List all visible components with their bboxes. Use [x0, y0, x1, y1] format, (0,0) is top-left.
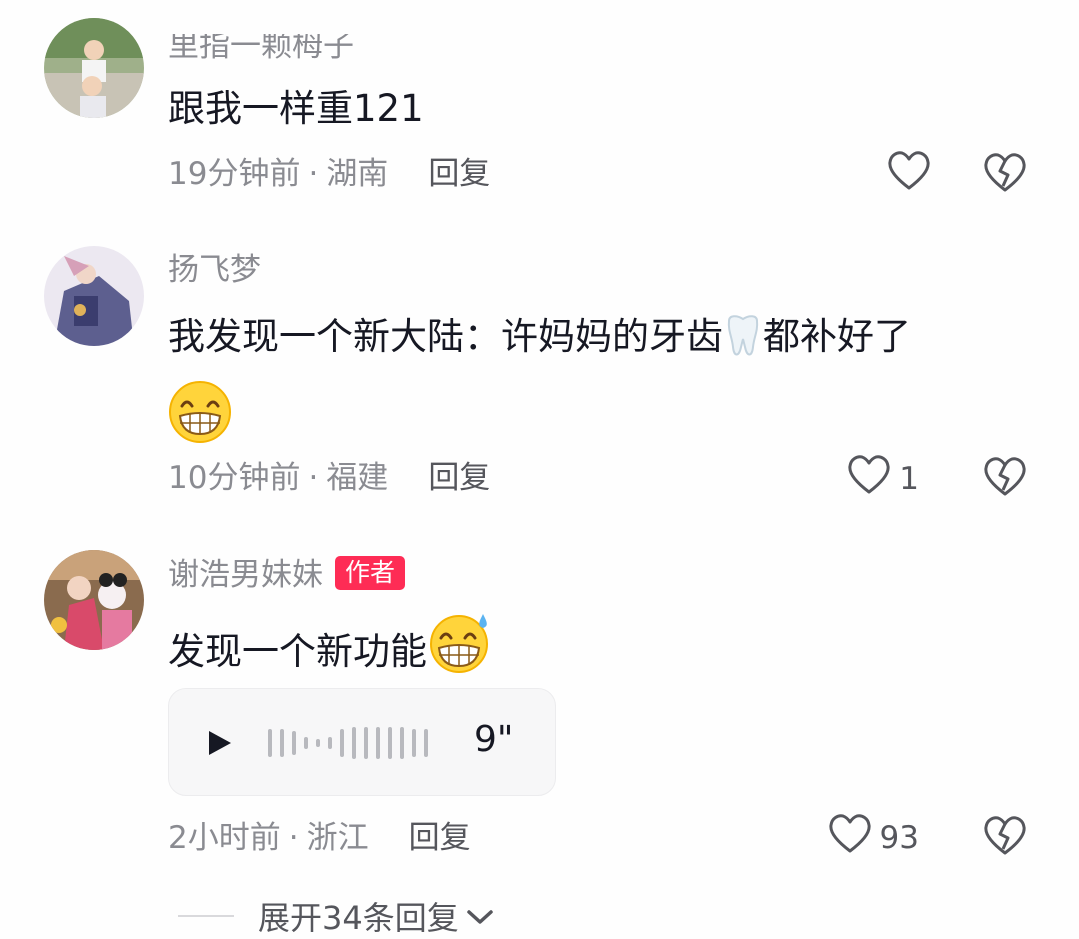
comment-meta: 19分钟前 · 湖南 回复	[168, 154, 490, 194]
avatar[interactable]	[44, 550, 144, 650]
grin-emoji	[168, 380, 232, 465]
voice-message-player[interactable]: 9"	[168, 688, 556, 796]
like-count: 93	[879, 820, 919, 856]
author-badge: 作者	[335, 556, 406, 590]
like-count: 1	[899, 461, 919, 497]
broken-heart-icon	[983, 457, 1027, 501]
separator: ·	[288, 820, 299, 856]
comment-time: 2小时前	[168, 820, 281, 856]
dislike-button[interactable]	[983, 150, 1027, 200]
avatar[interactable]	[44, 246, 144, 346]
heart-icon	[887, 151, 931, 199]
dislike-button[interactable]	[983, 813, 1027, 863]
comment-meta: 10分钟前 · 福建 回复	[168, 458, 490, 498]
username-text: 谢浩男妹妹	[168, 557, 323, 593]
heart-icon	[828, 814, 872, 862]
reply-button[interactable]: 回复	[409, 820, 471, 856]
comment-time: 19分钟前	[168, 156, 301, 192]
like-button[interactable]: 93	[828, 813, 919, 863]
separator: ·	[308, 156, 319, 192]
avatar[interactable]	[44, 18, 144, 118]
comment-location: 福建	[326, 460, 389, 496]
comment-text: 跟我一样重121	[168, 87, 424, 130]
separator: ·	[308, 460, 319, 496]
expand-replies-label: 展开34条回复	[258, 899, 459, 937]
chevron-down-icon	[465, 897, 495, 935]
tooth-emoji	[723, 313, 763, 380]
grin-sweat-emoji	[427, 610, 493, 695]
comment-time: 10分钟前	[168, 460, 301, 496]
comment-text: 发现一个新功能	[168, 610, 1028, 695]
username[interactable]: 扬飞梦	[168, 250, 261, 290]
expand-replies-button[interactable]: 展开34条回复	[178, 893, 495, 939]
reply-button[interactable]: 回复	[428, 460, 490, 496]
broken-heart-icon	[983, 816, 1027, 860]
divider-line	[178, 915, 234, 917]
comment-meta: 2小时前 · 浙江 回复	[168, 818, 471, 858]
comment-text-part: 我发现一个新大陆：许妈妈的牙齿	[168, 315, 723, 358]
play-icon[interactable]	[207, 729, 233, 761]
voice-duration: 9"	[474, 719, 514, 760]
comment-location: 湖南	[326, 156, 389, 192]
broken-heart-icon	[983, 153, 1027, 197]
username[interactable]: 谢浩男妹妹 作者	[168, 555, 406, 595]
dislike-button[interactable]	[983, 454, 1027, 504]
comment-location: 浙江	[306, 820, 369, 856]
like-button[interactable]: 1	[847, 454, 919, 504]
like-button[interactable]	[887, 150, 939, 200]
heart-icon	[847, 455, 891, 503]
comment-text-part: 发现一个新功能	[168, 630, 427, 673]
username[interactable]: 里指一颗栂子	[168, 34, 354, 66]
waveform-icon	[267, 725, 437, 765]
reply-button[interactable]: 回复	[428, 156, 490, 192]
comment-text: 我发现一个新大陆：许妈妈的牙齿 都补好了	[168, 304, 1028, 465]
comment-text-part: 都补好了	[763, 315, 911, 358]
